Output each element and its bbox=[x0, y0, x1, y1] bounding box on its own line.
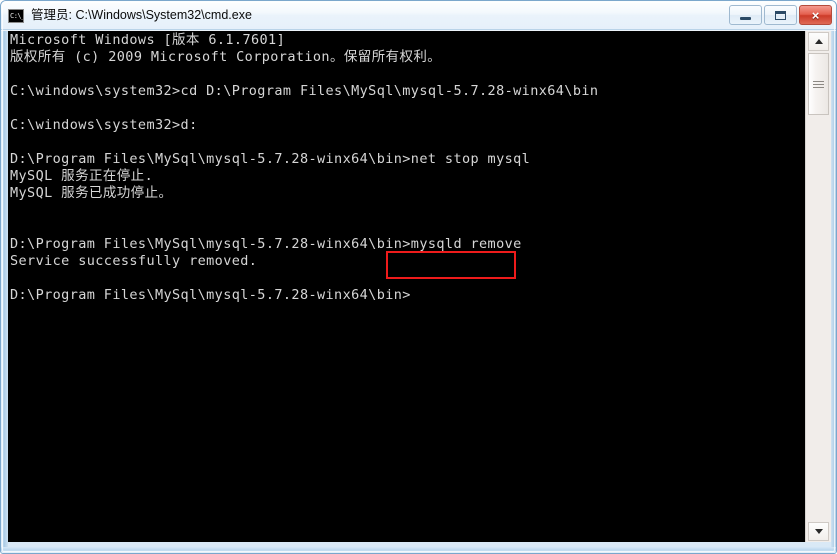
scroll-down-arrow-icon[interactable] bbox=[808, 522, 829, 541]
close-button[interactable]: × bbox=[799, 5, 832, 25]
red-highlight-box bbox=[386, 251, 516, 279]
scrollbar-grip-icon bbox=[813, 79, 824, 90]
vertical-scrollbar[interactable] bbox=[805, 31, 831, 542]
console-output-area[interactable]: Microsoft Windows [版本 6.1.7601] 版权所有 (c)… bbox=[8, 31, 805, 542]
maximize-icon bbox=[765, 6, 796, 24]
scrollbar-thumb[interactable] bbox=[808, 53, 829, 115]
close-icon: × bbox=[811, 7, 820, 23]
window-left-border bbox=[1, 31, 8, 549]
scroll-up-arrow-icon[interactable] bbox=[808, 32, 829, 51]
window-bottom-border bbox=[1, 547, 836, 553]
cmd-icon-glyph: C:\_ bbox=[10, 12, 24, 20]
minimize-icon bbox=[730, 6, 761, 24]
cmd-window: C:\_ 管理员: C:\Windows\System32\cmd.exe × … bbox=[0, 0, 837, 554]
window-title: 管理员: C:\Windows\System32\cmd.exe bbox=[31, 8, 252, 22]
window-right-border bbox=[831, 31, 836, 549]
title-bar[interactable]: C:\_ 管理员: C:\Windows\System32\cmd.exe × bbox=[1, 1, 836, 30]
minimize-button[interactable] bbox=[729, 5, 762, 25]
cmd-icon: C:\_ bbox=[8, 9, 24, 23]
maximize-button[interactable] bbox=[764, 5, 797, 25]
